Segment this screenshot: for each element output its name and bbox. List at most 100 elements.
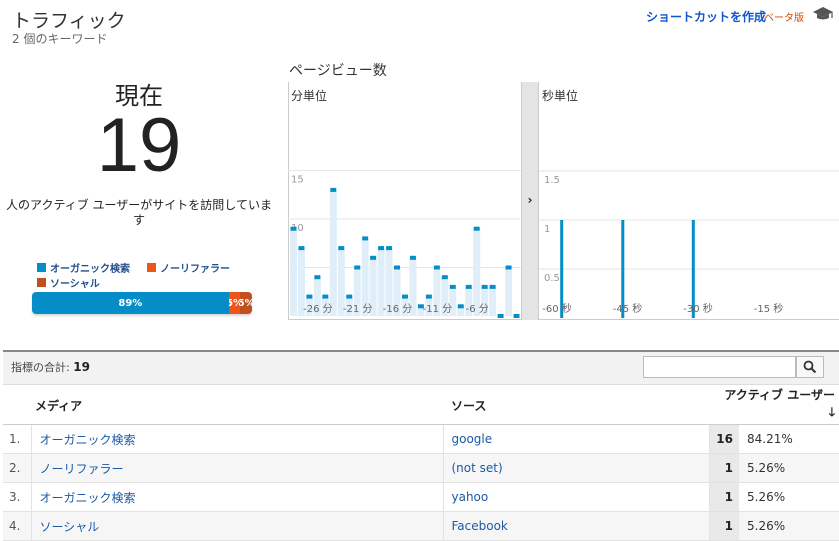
medium-link[interactable]: オーガニック検索 — [40, 433, 136, 447]
x-tick-label: -11 分 — [423, 303, 453, 315]
y-tick-label: 1 — [544, 224, 550, 235]
x-tick-label: -26 分 — [303, 303, 333, 315]
table-row: 3. オーガニック検索 yahoo 1 5.26% — [3, 482, 839, 512]
bar-top-marker — [409, 255, 416, 260]
table-header-row: メディア ソース アクティブ ユーザー 🡓 — [3, 386, 839, 425]
legend-swatch — [147, 263, 156, 272]
y-tick-label: 1.5 — [544, 175, 560, 186]
bar-top-marker — [306, 294, 313, 299]
search-button[interactable] — [796, 356, 824, 378]
active-users-cell: 1 — [708, 482, 739, 512]
column-header-active-users[interactable]: アクティブ ユーザー 🡓 — [709, 386, 839, 425]
source-link[interactable]: (not set) — [452, 461, 503, 475]
per-minute-label: 分単位 — [291, 89, 328, 103]
column-header-medium[interactable]: メディア — [3, 386, 443, 425]
bar-top-marker — [314, 275, 321, 280]
medium-link[interactable]: オーガニック検索 — [40, 491, 136, 505]
legend-swatch — [37, 263, 46, 272]
source-link[interactable]: yahoo — [452, 490, 489, 504]
pageviews-title: ページビュー数 — [289, 63, 387, 79]
bar-top-marker — [441, 275, 448, 280]
bar-top-marker — [473, 226, 480, 231]
column-header-active-users-label: アクティブ ユーザー — [724, 388, 835, 402]
bar-top-marker — [346, 294, 353, 299]
channel-segment-social: 5% — [240, 292, 252, 314]
table-row: 4. ソーシャル Facebook 1 5.26% — [3, 511, 839, 541]
column-header-source[interactable]: ソース — [443, 386, 709, 425]
graduation-cap-icon[interactable] — [812, 6, 834, 22]
bar-top-marker — [425, 294, 432, 299]
bar-top-marker — [497, 314, 504, 318]
bar-top-marker — [433, 265, 440, 270]
y-tick-label: 0.5 — [544, 273, 560, 284]
x-tick-label: -15 秒 — [754, 302, 784, 315]
bar-top-marker — [354, 265, 361, 270]
bar-top-marker — [290, 226, 297, 231]
bar-top-marker — [465, 284, 472, 289]
metric-total-value: 19 — [73, 360, 90, 374]
bar-top-marker — [386, 246, 393, 251]
bar-top-marker — [362, 236, 369, 241]
bar-top-marker — [505, 265, 512, 270]
search-icon — [803, 360, 817, 374]
bar-area — [290, 228, 297, 316]
table-row: 2. ノーリファラー (not set) 1 5.26% — [3, 453, 839, 483]
channel-segment-organic: 89% — [32, 292, 229, 314]
percent-cell: 84.21% — [739, 424, 839, 454]
source-link[interactable]: Facebook — [452, 519, 508, 533]
legend-swatch — [37, 278, 46, 287]
bar-area — [505, 267, 513, 316]
bar-top-marker — [322, 294, 329, 299]
page-subtitle: 2 個のキーワード — [12, 32, 108, 46]
page-title: トラフィック — [12, 10, 126, 32]
x-tick-label: -60 秒 — [542, 302, 572, 315]
legend-label: ソーシャル — [50, 279, 100, 290]
x-tick-label: -21 分 — [343, 303, 373, 315]
table-search-input[interactable] — [643, 356, 796, 378]
active-users-description: 人のアクティブ ユーザーがサイトを訪問しています — [6, 198, 272, 227]
legend-item-direct: ノーリファラー — [147, 260, 230, 275]
bar-area — [489, 286, 497, 316]
per-minute-chart: 15105-26 分-21 分-16 分-11 分-6 分 — [288, 170, 521, 318]
metric-total: 指標の合計: 19 — [11, 359, 90, 375]
chevron-right-icon[interactable]: › — [521, 193, 539, 207]
active-users-cell: 16 — [708, 424, 739, 454]
bar-top-marker — [370, 255, 377, 260]
legend-item-organic: オーガニック検索 — [37, 260, 130, 275]
legend-label: ノーリファラー — [160, 264, 230, 275]
x-tick-label: -45 秒 — [613, 302, 643, 315]
bar-top-marker — [449, 284, 456, 289]
active-users-cell: 1 — [708, 453, 739, 483]
table-row: 1. オーガニック検索 google 16 84.21% — [3, 424, 839, 454]
channel-share-bar: 89% 5% 5% — [32, 292, 252, 314]
bar-top-marker — [378, 246, 385, 251]
bar-top-marker — [489, 284, 496, 289]
y-tick-label: 15 — [291, 175, 304, 186]
active-users-cell: 1 — [708, 511, 739, 541]
create-shortcut-link[interactable]: ショートカットを作成 — [646, 8, 766, 25]
x-tick-label: -30 秒 — [683, 302, 713, 315]
metric-total-label: 指標の合計: — [11, 361, 70, 374]
bar-area — [329, 189, 337, 316]
per-second-chart: 1.5 1 0.5 -60 秒 -45 秒 -30 秒 -15 秒 — [539, 170, 839, 318]
bar-top-marker — [298, 246, 305, 251]
medium-link[interactable]: ソーシャル — [40, 520, 100, 534]
traffic-table: メディア ソース アクティブ ユーザー 🡓 1. オーガニック検索 google… — [3, 386, 839, 541]
bar-top-marker — [457, 304, 464, 309]
source-link[interactable]: google — [452, 432, 493, 446]
medium-link[interactable]: ノーリファラー — [40, 462, 124, 476]
per-second-label: 秒単位 — [542, 89, 579, 103]
row-index: 2. — [3, 453, 31, 483]
bar-top-marker — [338, 246, 345, 251]
bar-top-marker — [513, 314, 520, 318]
percent-cell: 5.26% — [739, 511, 839, 541]
bar-area — [473, 228, 481, 316]
x-tick-label: -6 分 — [466, 303, 489, 315]
channel-segment-direct: 5% — [228, 292, 241, 314]
bar-top-marker — [330, 187, 337, 192]
beta-badge: ベータ版 — [764, 13, 804, 24]
bar-top-marker — [402, 294, 408, 299]
x-tick-label: -16 分 — [383, 303, 413, 315]
legend-label: オーガニック検索 — [50, 264, 130, 275]
legend-item-social: ソーシャル — [37, 275, 100, 290]
